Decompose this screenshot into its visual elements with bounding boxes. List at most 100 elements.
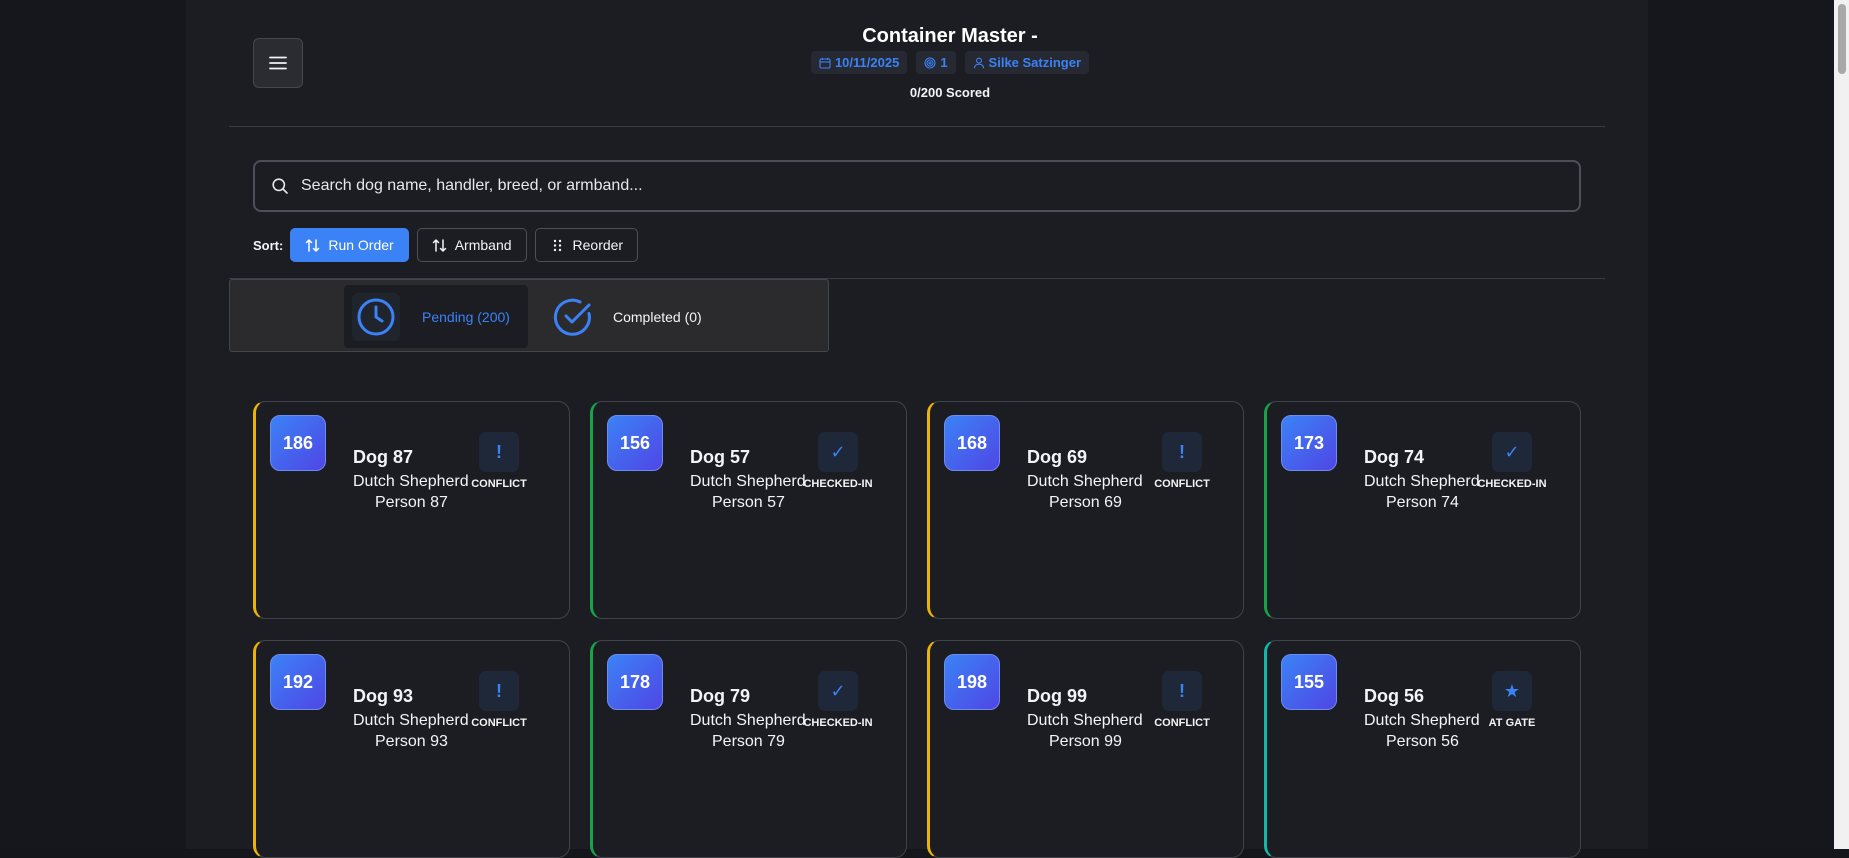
scored-count: 0/200 Scored xyxy=(909,85,991,100)
status-text: CONFLICT xyxy=(1154,478,1210,490)
user-icon xyxy=(973,57,984,68)
entry-card[interactable]: 156 Dog 57 Dutch Shepherd Person 57 ✓ CH… xyxy=(590,401,907,619)
status-indicator: ✓ CHECKED-IN xyxy=(798,432,878,490)
target-icon xyxy=(924,56,936,69)
dog-breed: Dutch Shepherd xyxy=(1364,473,1480,490)
reorder-button[interactable]: Reorder xyxy=(534,228,639,262)
clock-icon xyxy=(357,298,395,335)
status-indicator: ★ AT GATE xyxy=(1472,671,1552,729)
entry-card[interactable]: 198 Dog 99 Dutch Shepherd Person 99 ! CO… xyxy=(927,640,1244,858)
sort-run-order-button[interactable]: Run Order xyxy=(290,228,409,262)
page-scrollbar[interactable] xyxy=(1834,0,1849,849)
armband-badge: 178 xyxy=(607,654,663,710)
armband-badge: 156 xyxy=(607,415,663,471)
armband-badge: 198 xyxy=(944,654,1000,710)
search-icon xyxy=(272,178,288,194)
dog-breed: Dutch Shepherd xyxy=(353,712,469,729)
class-meta: 10/11/2025 1 Silke Satzinger xyxy=(700,51,1200,74)
armband-badge: 173 xyxy=(1281,415,1337,471)
alert-icon: ! xyxy=(479,671,519,711)
check-icon: ✓ xyxy=(818,671,858,711)
handler-name: Person 87 xyxy=(375,494,448,511)
sort-controls: Sort: Run Order Armband Reorder xyxy=(253,228,639,262)
search-input[interactable] xyxy=(301,177,1501,195)
status-indicator: ! CONFLICT xyxy=(1142,671,1222,729)
handler-name: Person 99 xyxy=(1049,733,1122,750)
search-box[interactable] xyxy=(253,160,1581,212)
handler-name: Person 93 xyxy=(375,733,448,750)
dog-breed: Dutch Shepherd xyxy=(690,473,806,490)
status-text: CHECKED-IN xyxy=(803,478,873,490)
tab-pending[interactable]: Pending (200) xyxy=(344,285,528,348)
judge-name: Silke Satzinger xyxy=(988,55,1082,70)
star-icon: ★ xyxy=(1492,671,1532,711)
drag-handle-icon xyxy=(553,239,561,251)
tab-completed[interactable]: Completed (0) xyxy=(541,285,721,348)
armband-badge: 186 xyxy=(270,415,326,471)
scrollbar-thumb[interactable] xyxy=(1838,4,1846,74)
armband-badge: 168 xyxy=(944,415,1000,471)
handler-name: Person 56 xyxy=(1386,733,1459,750)
armband-badge: 192 xyxy=(270,654,326,710)
status-indicator: ! CONFLICT xyxy=(459,432,539,490)
alert-icon: ! xyxy=(479,432,519,472)
entry-card[interactable]: 168 Dog 69 Dutch Shepherd Person 69 ! CO… xyxy=(927,401,1244,619)
entry-count-text: 1 xyxy=(940,55,948,70)
sort-armband-button[interactable]: Armband xyxy=(416,228,527,262)
handler-name: Person 57 xyxy=(712,494,785,511)
page-title: Container Master - xyxy=(862,25,1038,47)
date-text: 10/11/2025 xyxy=(834,55,900,70)
sort-label: Sort: xyxy=(253,237,284,253)
check-circle-icon xyxy=(553,298,591,336)
dog-breed: Dutch Shepherd xyxy=(1027,473,1143,490)
dog-breed: Dutch Shepherd xyxy=(1364,712,1480,729)
status-text: CONFLICT xyxy=(1154,717,1210,729)
reorder-label: Reorder xyxy=(572,237,624,253)
handler-name: Person 79 xyxy=(712,733,785,750)
dog-name: Dog 93 xyxy=(353,686,414,706)
check-circle-icon-box xyxy=(549,293,597,341)
app-window: Container Master - 10/11/2025 1 Silke Sa… xyxy=(0,0,1849,858)
entry-card[interactable]: 192 Dog 93 Dutch Shepherd Person 93 ! CO… xyxy=(253,640,570,858)
judge-chip: Silke Satzinger xyxy=(964,51,1090,74)
dog-name: Dog 69 xyxy=(1027,447,1088,467)
status-indicator: ! CONFLICT xyxy=(1142,432,1222,490)
entry-card[interactable]: 173 Dog 74 Dutch Shepherd Person 74 ✓ CH… xyxy=(1264,401,1581,619)
entry-count-chip: 1 xyxy=(916,51,956,74)
tab-completed-label: Completed (0) xyxy=(613,308,702,325)
sort-arrows-icon xyxy=(306,238,320,252)
handler-name: Person 69 xyxy=(1049,494,1122,511)
alert-icon: ! xyxy=(1162,432,1202,472)
dog-name: Dog 79 xyxy=(690,686,751,706)
status-text: AT GATE xyxy=(1488,717,1536,729)
dog-name: Dog 74 xyxy=(1364,447,1425,467)
check-icon: ✓ xyxy=(818,432,858,472)
status-text: CONFLICT xyxy=(471,478,527,490)
menu-button[interactable] xyxy=(253,38,303,88)
entry-card[interactable]: 178 Dog 79 Dutch Shepherd Person 79 ✓ CH… xyxy=(590,640,907,858)
sort-run-order-label: Run Order xyxy=(328,237,394,253)
clock-icon-box xyxy=(352,292,400,341)
sort-arrows-icon xyxy=(432,238,446,252)
handler-name: Person 74 xyxy=(1386,494,1459,511)
header-divider xyxy=(229,126,1605,127)
status-indicator: ! CONFLICT xyxy=(459,671,539,729)
entry-card[interactable]: 186 Dog 87 Dutch Shepherd Person 87 ! CO… xyxy=(253,401,570,619)
dog-breed: Dutch Shepherd xyxy=(690,712,806,729)
date-chip: 10/11/2025 xyxy=(810,51,908,74)
dog-name: Dog 57 xyxy=(690,447,751,467)
hamburger-icon xyxy=(269,56,287,70)
dog-name: Dog 56 xyxy=(1364,686,1425,706)
armband-badge: 155 xyxy=(1281,654,1337,710)
tab-pending-label: Pending (200) xyxy=(422,308,510,325)
status-indicator: ✓ CHECKED-IN xyxy=(1472,432,1552,490)
status-tabs: Pending (200) Completed (0) xyxy=(229,279,829,352)
status-indicator: ✓ CHECKED-IN xyxy=(798,671,878,729)
dog-breed: Dutch Shepherd xyxy=(1027,712,1143,729)
status-text: CHECKED-IN xyxy=(1477,478,1547,490)
dog-name: Dog 87 xyxy=(353,447,414,467)
check-icon: ✓ xyxy=(1492,432,1532,472)
alert-icon: ! xyxy=(1162,671,1202,711)
entry-card[interactable]: 155 Dog 56 Dutch Shepherd Person 56 ★ AT… xyxy=(1264,640,1581,858)
sort-armband-label: Armband xyxy=(454,237,512,253)
